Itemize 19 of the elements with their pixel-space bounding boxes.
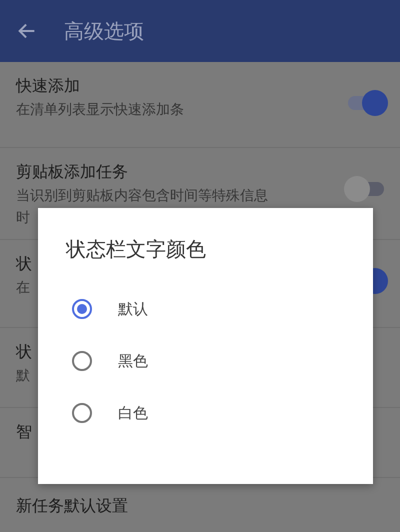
- setting-description: 默: [16, 367, 30, 385]
- setting-description: 在: [16, 279, 30, 297]
- setting-row[interactable]: 快速添加 在清单列表显示快速添加条: [0, 62, 400, 148]
- setting-title: 快速添加: [16, 76, 80, 97]
- radio-button[interactable]: [72, 351, 92, 371]
- setting-title: 智: [16, 422, 32, 443]
- setting-title: 状: [16, 254, 32, 275]
- setting-description: 当识别到剪贴板内容包含时间等特殊信息: [16, 187, 268, 205]
- option-label[interactable]: 黑色: [118, 352, 148, 370]
- setting-title: 剪贴板添加任务: [16, 162, 128, 183]
- screen-title: 高级选项: [64, 18, 144, 44]
- radio-button[interactable]: [72, 299, 92, 319]
- option-label[interactable]: 默认: [118, 300, 148, 318]
- setting-description: 时: [16, 209, 30, 227]
- setting-title: 新任务默认设置: [16, 496, 128, 517]
- setting-title: 状: [16, 342, 32, 363]
- option-label[interactable]: 白色: [118, 404, 148, 422]
- radio-button[interactable]: [72, 403, 92, 423]
- setting-description: 在清单列表显示快速添加条: [16, 101, 184, 119]
